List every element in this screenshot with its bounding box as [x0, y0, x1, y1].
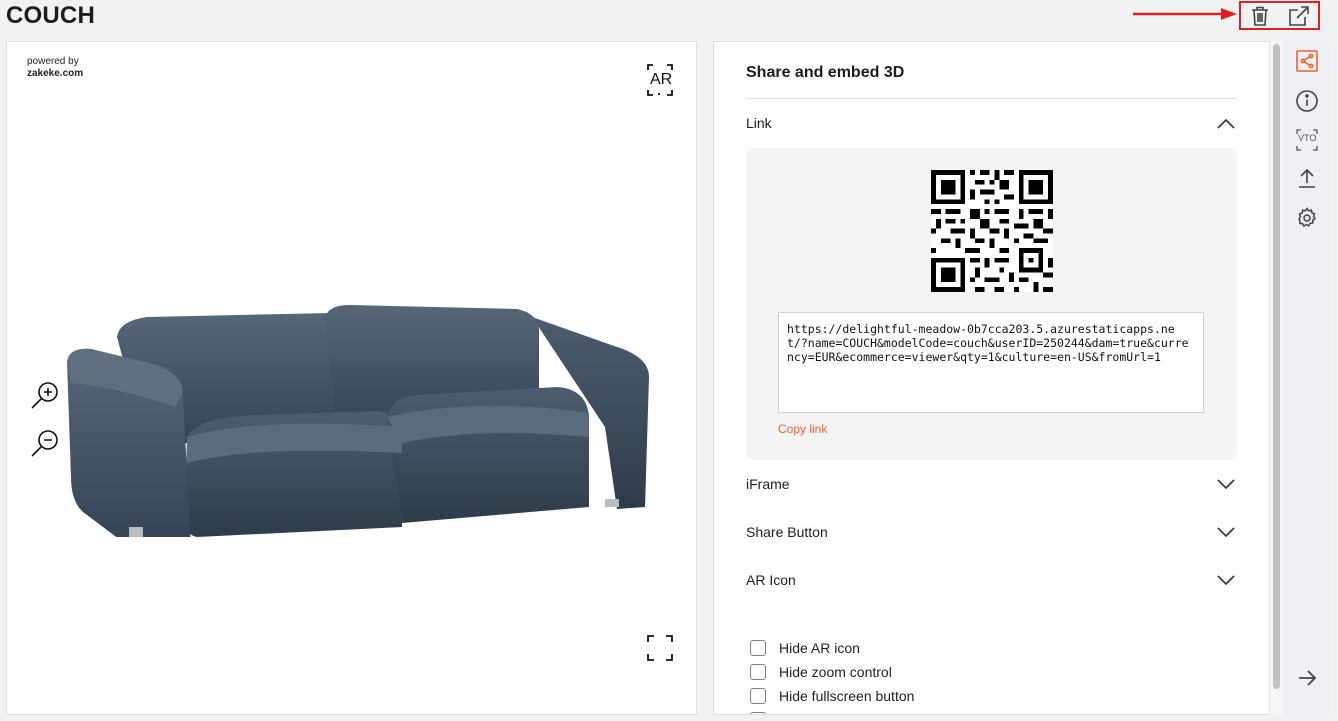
couch-model[interactable]: [57, 257, 652, 537]
accordion-link-label: Link: [746, 115, 772, 131]
option-hide-fullscreen-button[interactable]: Hide fullscreen button: [750, 686, 914, 706]
fullscreen-button[interactable]: [647, 635, 673, 661]
accordion-ar-icon[interactable]: AR Icon: [746, 568, 1236, 592]
annotation-arrow: [1133, 8, 1237, 20]
link-box: https://delightful-meadow-0b7cca203.5.az…: [746, 148, 1237, 460]
rail-info-button[interactable]: [1295, 89, 1319, 113]
rail-settings-button[interactable]: [1295, 206, 1319, 230]
trash-icon: [1252, 6, 1269, 26]
rail-vto-button[interactable]: VTO: [1295, 128, 1319, 152]
open-external-button[interactable]: [1286, 3, 1312, 29]
checkbox-label: Hide AR icon: [779, 640, 860, 656]
settings-icon: [1298, 207, 1317, 228]
copy-link-button[interactable]: Copy link: [778, 422, 827, 436]
checkbox[interactable]: [750, 664, 766, 680]
panel-title: Share and embed 3D: [746, 64, 905, 81]
link-url-field[interactable]: https://delightful-meadow-0b7cca203.5.az…: [778, 312, 1204, 413]
panel-scrollbar[interactable]: [1269, 41, 1283, 715]
powered-by-brand: zakeke.com: [27, 68, 84, 79]
checkbox[interactable]: [750, 640, 766, 656]
ar-button[interactable]: AR: [647, 64, 674, 96]
accordion-iframe-label: iFrame: [746, 476, 790, 492]
model-viewer[interactable]: powered by zakeke.com AR: [6, 41, 697, 715]
chevron-down-icon: [1217, 479, 1235, 490]
rail-upload-button[interactable]: [1295, 166, 1319, 190]
zoom-out-icon: [31, 430, 58, 457]
chevron-down-icon: [1217, 575, 1235, 586]
checkbox[interactable]: [750, 712, 766, 714]
checkbox-label: Hide fullscreen button: [779, 688, 915, 704]
option-hide-ar-icon[interactable]: Hide AR icon: [750, 638, 860, 658]
ar-label: AR: [649, 71, 674, 89]
side-rail: VTO: [1283, 41, 1331, 715]
chevron-up-icon: [1217, 118, 1235, 129]
accordion-link[interactable]: Link: [746, 111, 1236, 135]
rail-share-button[interactable]: [1295, 49, 1319, 73]
accordion-share-button[interactable]: Share Button: [746, 520, 1236, 544]
qr-code: [931, 170, 1053, 292]
option-partial[interactable]: [750, 710, 779, 714]
accordion-share-button-label: Share Button: [746, 524, 828, 540]
scroll-thumb[interactable]: [1273, 44, 1280, 689]
zoom-in-icon: [31, 382, 58, 409]
checkbox[interactable]: [750, 688, 766, 704]
top-actions: [1239, 1, 1320, 30]
powered-by[interactable]: powered by zakeke.com: [27, 56, 83, 80]
rail-collapse-button[interactable]: [1295, 666, 1319, 690]
chevron-down-icon: [1217, 527, 1235, 538]
arrow-right-icon: [1299, 670, 1317, 686]
powered-by-label: powered by: [27, 56, 79, 67]
page-title: COUCH: [6, 2, 95, 29]
external-link-icon: [1288, 5, 1309, 26]
fullscreen-icon: [647, 635, 673, 661]
accordion-ar-icon-label: AR Icon: [746, 572, 796, 588]
upload-icon: [1299, 168, 1315, 188]
info-icon: [1296, 90, 1318, 112]
divider: [746, 98, 1236, 99]
checkbox-label: Hide zoom control: [779, 664, 892, 680]
vto-label: VTO: [1298, 133, 1317, 143]
zoom-out-button[interactable]: [30, 428, 60, 458]
accordion-iframe[interactable]: iFrame: [746, 472, 1236, 496]
delete-button[interactable]: [1247, 3, 1273, 29]
zoom-in-button[interactable]: [30, 380, 60, 410]
share-icon: [1296, 50, 1318, 72]
option-hide-zoom-control[interactable]: Hide zoom control: [750, 662, 892, 682]
share-embed-panel: Share and embed 3D Link https://delightf…: [713, 41, 1269, 715]
